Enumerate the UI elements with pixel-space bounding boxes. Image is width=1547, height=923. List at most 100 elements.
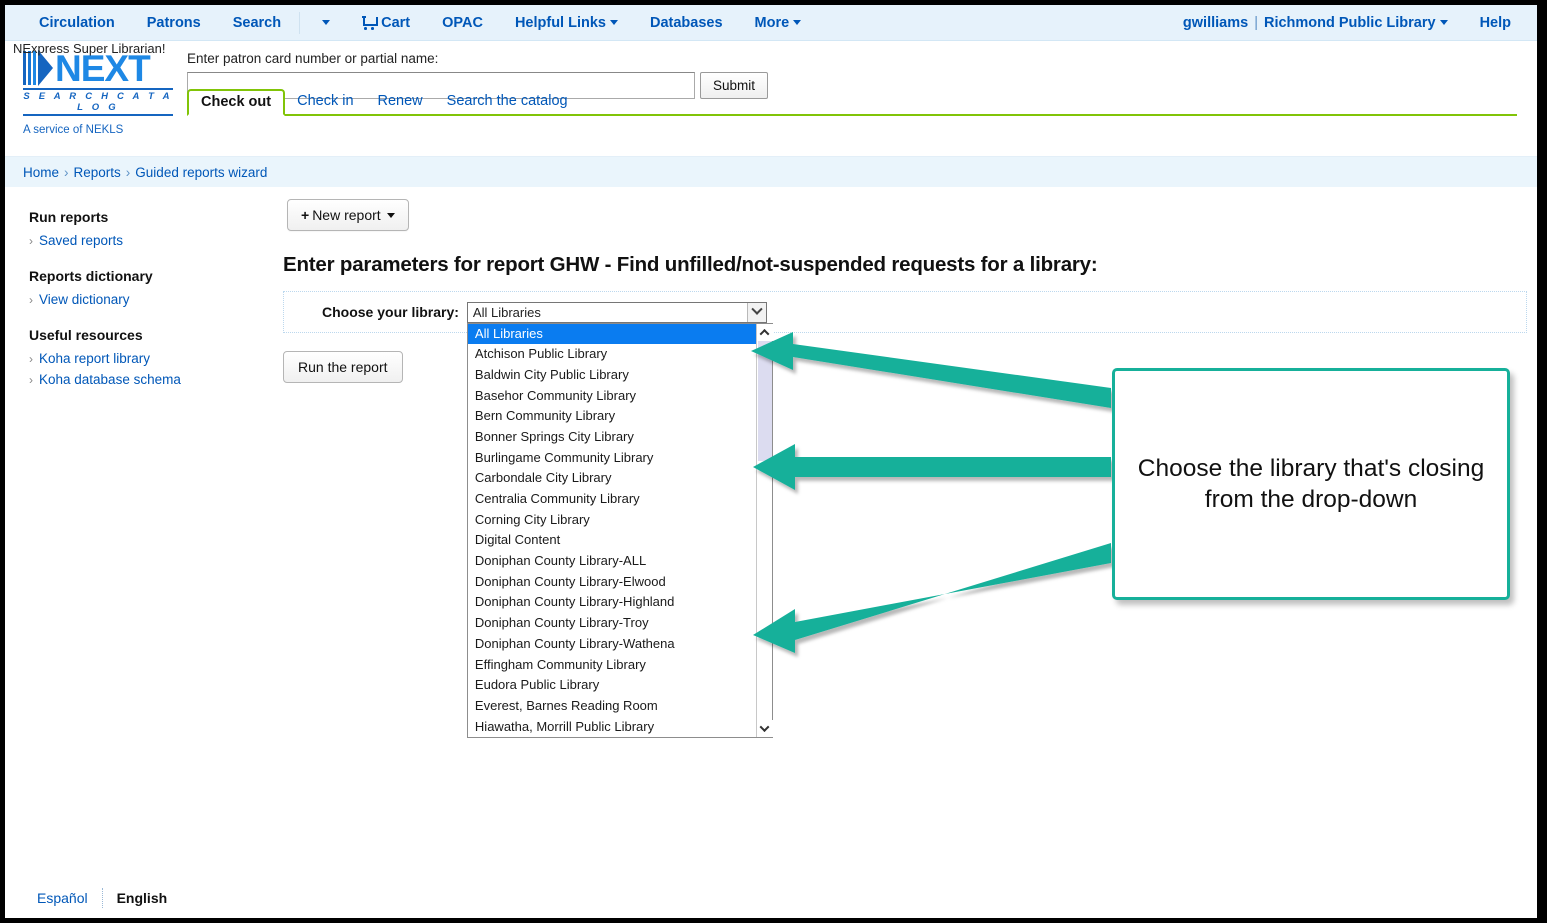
navbar-left-group: Circulation Patrons Search Cart OPAC Hel… — [23, 5, 817, 41]
page-header: NEXT S E A R C H C A T A L O G A service… — [5, 41, 1537, 157]
logo-service-line: A service of NEKLS — [23, 124, 124, 136]
library-option[interactable]: Digital Content — [468, 530, 772, 551]
sidebar-item-label: Saved reports — [39, 233, 124, 248]
navbar-right-group: gwilliams | Richmond Public Library Help — [1167, 5, 1527, 41]
chevron-down-icon[interactable] — [746, 302, 766, 322]
breadcrumb-item-reports[interactable]: Reports — [74, 165, 121, 180]
screenshot-root: Circulation Patrons Search Cart OPAC Hel… — [0, 0, 1547, 923]
library-option[interactable]: Everest, Barnes Reading Room — [468, 696, 772, 717]
library-option[interactable]: Doniphan County Library-ALL — [468, 551, 772, 572]
nav-item-databases[interactable]: Databases — [634, 5, 739, 41]
chevron-down-icon — [610, 19, 618, 25]
library-option[interactable]: Baldwin City Public Library — [468, 365, 772, 386]
dropdown-scrollbar[interactable] — [755, 323, 773, 738]
scrollbar-thumb[interactable] — [757, 340, 772, 461]
language-spanish-link[interactable]: Español — [37, 890, 102, 906]
sidebar-heading-reports-dictionary: Reports dictionary — [29, 268, 153, 284]
language-english-current: English — [116, 890, 168, 906]
sidebar-item-koha-database-schema[interactable]: › Koha database schema — [29, 372, 275, 387]
breadcrumb: Home › Reports › Guided reports wizard — [5, 157, 1537, 187]
library-option[interactable]: Burlingame Community Library — [468, 448, 772, 469]
chevron-right-icon: › — [29, 234, 33, 248]
sidebar-item-label: View dictionary — [39, 292, 130, 307]
chevron-right-icon: › — [29, 373, 33, 387]
library-option[interactable]: Corning City Library — [468, 510, 772, 531]
logo-tagline: S E A R C H C A T A L O G — [23, 88, 173, 116]
library-option[interactable]: Eudora Public Library — [468, 675, 772, 696]
nav-item-cart[interactable]: Cart — [346, 5, 426, 41]
koha-staff-page: Circulation Patrons Search Cart OPAC Hel… — [5, 5, 1537, 918]
library-option[interactable]: Effingham Community Library — [468, 655, 772, 676]
nav-item-search[interactable]: Search — [217, 5, 297, 41]
main-content: + New report Enter parameters for report … — [283, 187, 1527, 739]
library-select-wrapper: All Libraries All Libraries Atchison Publ… — [466, 301, 773, 739]
scroll-down-icon[interactable] — [756, 720, 773, 738]
nav-item-more-label: More — [754, 14, 790, 31]
annotation-callout-text: Choose the library that's closing from t… — [1137, 454, 1485, 513]
sidebar-item-label: Koha database schema — [39, 372, 181, 387]
chevron-down-icon — [322, 19, 331, 25]
navbar-divider — [299, 11, 301, 34]
nav-current-library-label: Richmond Public Library — [1263, 14, 1436, 31]
library-option[interactable]: Basehor Community Library — [468, 386, 772, 407]
tab-search-the-catalog[interactable]: Search the catalog — [435, 93, 580, 114]
library-option-list: All Libraries Atchison Public Library Bald… — [467, 323, 772, 738]
new-report-toolbar: + New report — [283, 187, 1527, 231]
new-report-button-label: New report — [312, 207, 381, 223]
report-parameters-row: Choose your library: All Libraries All L… — [284, 292, 1526, 739]
library-option[interactable]: Hiawatha, Morrill Public Library — [468, 717, 772, 738]
sidebar-item-saved-reports[interactable]: › Saved reports — [29, 233, 275, 248]
library-option[interactable]: Doniphan County Library-Troy — [468, 613, 772, 634]
chevron-down-icon — [386, 213, 395, 219]
nav-username[interactable]: gwilliams — [1167, 5, 1252, 41]
run-report-button[interactable]: Run the report — [283, 351, 403, 383]
library-option[interactable]: Doniphan County Library-Elwood — [468, 572, 772, 593]
library-option[interactable]: Carbondale City Library — [468, 468, 772, 489]
nav-item-patrons[interactable]: Patrons — [131, 5, 217, 41]
tab-renew[interactable]: Renew — [366, 93, 435, 114]
nav-item-cart-label: Cart — [381, 14, 411, 31]
patron-search-label: Enter patron card number or partial name… — [187, 51, 439, 66]
nav-user-separator: | — [1254, 14, 1258, 31]
sidebar-item-view-dictionary[interactable]: › View dictionary — [29, 292, 275, 307]
breadcrumb-item-home[interactable]: Home — [23, 165, 59, 180]
nav-item-opac[interactable]: OPAC — [426, 5, 499, 41]
nav-item-helpful-links[interactable]: Helpful Links — [499, 5, 634, 41]
top-navbar: Circulation Patrons Search Cart OPAC Hel… — [5, 5, 1537, 41]
annotation-callout: Choose the library that's closing from t… — [1112, 368, 1510, 600]
library-option[interactable]: Bonner Springs City Library — [468, 427, 772, 448]
library-select[interactable]: All Libraries — [466, 301, 767, 323]
site-logo[interactable]: NEXT S E A R C H C A T A L O G A service… — [23, 49, 175, 136]
library-option[interactable]: All Libraries — [467, 323, 772, 345]
library-select-dropdown[interactable]: All Libraries Atchison Public Library Bald… — [466, 322, 773, 739]
super-librarian-banner: NExpress Super Librarian! — [13, 41, 166, 56]
sidebar-heading-run-reports: Run reports — [29, 209, 109, 225]
library-option[interactable]: Centralia Community Library — [468, 489, 772, 510]
new-report-button[interactable]: + New report — [287, 199, 409, 231]
breadcrumb-item-guided-reports-wizard[interactable]: Guided reports wizard — [135, 165, 267, 180]
library-select-value: All Libraries — [472, 304, 541, 320]
nav-item-circulation[interactable]: Circulation — [23, 5, 131, 41]
sidebar-item-koha-report-library[interactable]: › Koha report library — [29, 351, 275, 366]
library-option[interactable]: Atchison Public Library — [468, 344, 772, 365]
sidebar-item-label: Koha report library — [39, 351, 151, 366]
language-divider — [101, 888, 103, 908]
chevron-down-icon — [793, 19, 802, 25]
nav-current-library[interactable]: Richmond Public Library — [1260, 5, 1464, 41]
chevron-down-icon — [1439, 19, 1448, 25]
tab-check-in[interactable]: Check in — [285, 93, 365, 114]
library-option[interactable]: Doniphan County Library-Highland — [468, 592, 772, 613]
page-title: Enter parameters for report GHW - Find u… — [283, 253, 1098, 276]
library-option[interactable]: Doniphan County Library-Wathena — [468, 634, 772, 655]
library-option[interactable]: Bern Community Library — [468, 406, 772, 427]
nav-item-more[interactable]: More — [739, 5, 818, 41]
language-bar: Español English — [5, 878, 1537, 918]
tab-check-out[interactable]: Check out — [187, 89, 286, 116]
cart-icon — [362, 15, 379, 30]
nav-item-help[interactable]: Help — [1464, 5, 1527, 41]
sidebar: Run reports › Saved reports Reports dicti… — [5, 187, 275, 393]
report-parameters-panel: Choose your library: All Libraries All L… — [283, 291, 1527, 739]
checkout-tabs: Check out Check in Renew Search the cata… — [187, 88, 1517, 116]
nav-more-dropdown-toggle[interactable] — [302, 5, 346, 41]
scroll-up-icon[interactable] — [756, 323, 773, 341]
